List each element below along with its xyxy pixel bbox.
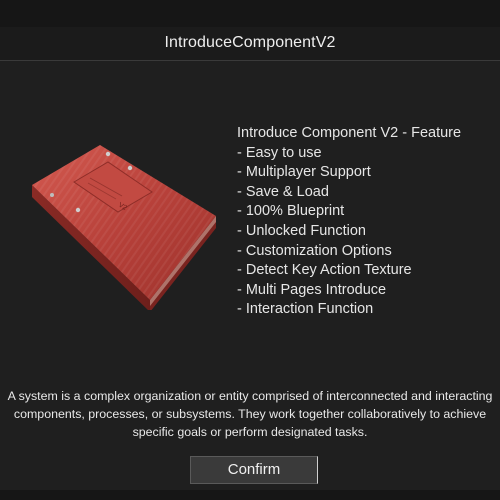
red-book-icon: V2 — [32, 145, 216, 312]
introduce-dialog: IntroduceComponentV2 V2 Introduce Compon… — [0, 0, 500, 500]
dialog-title: IntroduceComponentV2 — [164, 34, 336, 51]
feature-item: - Detect Key Action Texture — [237, 262, 412, 279]
description-text: A system is a complex organization or en… — [7, 389, 493, 439]
feature-heading: Introduce Component V2 - Feature — [237, 125, 462, 141]
feature-item: - Multiplayer Support — [237, 164, 371, 181]
confirm-button[interactable]: Confirm — [190, 456, 318, 484]
feature-item: - Easy to use — [237, 144, 322, 161]
feature-item: - Multi Pages Introduce — [237, 281, 387, 298]
feature-list-panel: Introduce Component V2 - Feature - Easy … — [237, 124, 497, 320]
feature-item: - 100% Blueprint — [237, 203, 345, 220]
feature-list: - Easy to use - Multiplayer Support - Sa… — [237, 144, 497, 320]
feature-item: - Save & Load — [237, 183, 329, 200]
feature-item: - Customization Options — [237, 242, 392, 259]
feature-item: - Interaction Function — [237, 301, 374, 318]
bottom-strip — [0, 490, 500, 500]
book-preview-image: V2 — [30, 140, 230, 312]
feature-item: - Unlocked Function — [237, 222, 366, 239]
title-bar: IntroduceComponentV2 — [0, 27, 500, 61]
top-strip — [0, 0, 500, 27]
